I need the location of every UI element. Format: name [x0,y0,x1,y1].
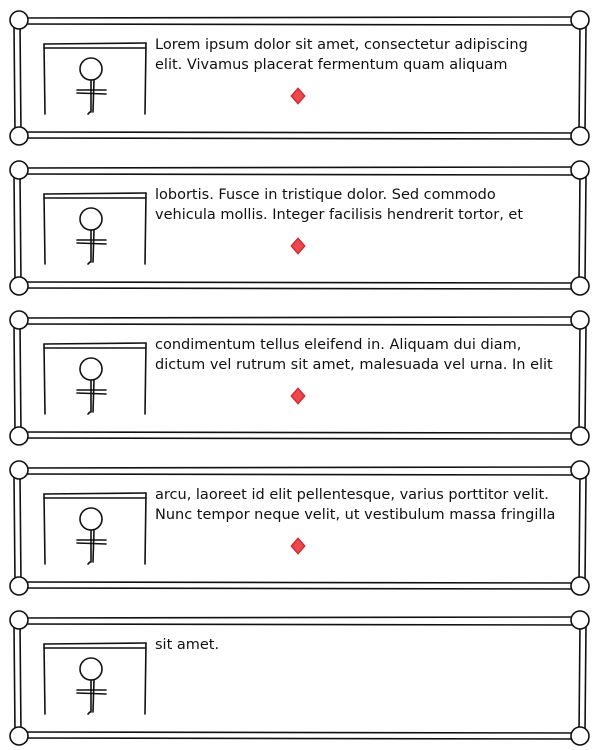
stick-figure-icon [76,357,107,415]
diamond-marker-icon [290,537,306,555]
stick-figure-icon [76,507,107,565]
list-item[interactable]: arcu, laoreet id elit pellentesque, vari… [0,458,600,598]
stick-figure-icon [76,657,107,715]
card-text: condimentum tellus eleifend in. Aliquam … [155,337,553,373]
list-item[interactable]: condimentum tellus eleifend in. Aliquam … [0,308,600,448]
stick-figure-icon [76,207,107,265]
list-item[interactable]: Lorem ipsum dolor sit amet, consectetur … [0,8,600,148]
list-item[interactable]: lobortis. Fusce in tristique dolor. Sed … [0,158,600,298]
card-text: arcu, laoreet id elit pellentesque, vari… [155,487,556,523]
card-text: sit amet. [155,637,220,653]
list-item[interactable]: sit amet. [0,608,600,748]
diamond-marker-icon [290,87,306,105]
card-text: Lorem ipsum dolor sit amet, consectetur … [155,37,528,73]
stick-figure-icon [76,57,107,115]
diamond-marker-icon [290,237,306,255]
card-text: lobortis. Fusce in tristique dolor. Sed … [155,187,524,223]
diamond-marker-icon [290,387,306,405]
